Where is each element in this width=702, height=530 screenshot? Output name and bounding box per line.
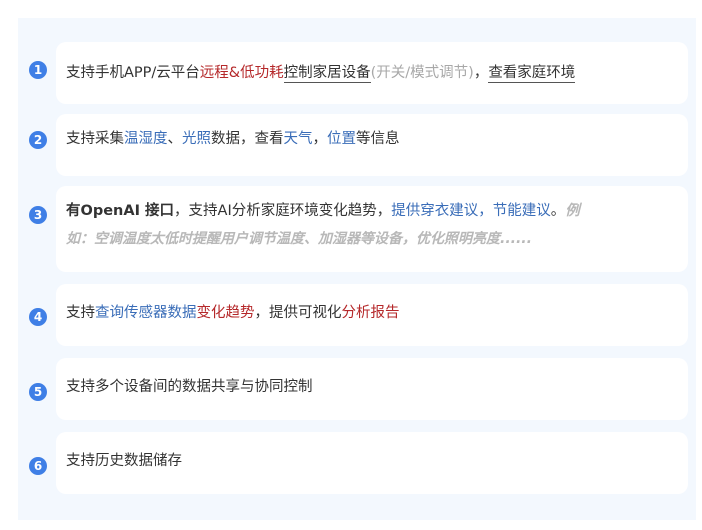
- feature-card-2: 支持采集温湿度、光照数据，查看天气，位置等信息: [56, 114, 688, 176]
- feature-card-6: 支持历史数据储存: [56, 432, 688, 494]
- number-badge-5: 5: [29, 383, 47, 401]
- segment: 温湿度: [124, 131, 168, 147]
- feature-card-1: 支持手机APP/云平台远程&低功耗控制家居设备(开关/模式调节)，查看家庭环境: [56, 42, 688, 104]
- segment: 有OpenAI 接口: [66, 203, 175, 219]
- feature-card-5: 支持多个设备间的数据共享与协同控制: [56, 358, 688, 420]
- segment: 提供穿衣建议: [391, 203, 479, 219]
- segment: 、: [167, 131, 183, 147]
- segment: 。: [550, 203, 566, 219]
- segment: 支持: [66, 305, 95, 321]
- segment: 支持多个设备间的数据共享与协同控制: [66, 379, 313, 395]
- feature-item-3: 3 有OpenAI 接口，支持AI分析家庭环境变化趋势，提供穿衣建议，节能建议。…: [18, 186, 696, 272]
- segment: ，: [312, 131, 328, 147]
- segment: 光照: [182, 131, 211, 147]
- segment: 支持历史数据储存: [66, 453, 182, 469]
- feature-text-4: 支持查询传感器数据变化趋势，提供可视化分析报告: [66, 302, 400, 324]
- segment: 位置: [327, 131, 356, 147]
- segment: 支持采集: [66, 131, 124, 147]
- segment: 天气: [283, 131, 313, 147]
- number-badge-6: 6: [29, 457, 47, 475]
- segment: 等信息: [356, 131, 400, 147]
- segment: 例: [565, 203, 580, 219]
- feature-text-3-line-1: 有OpenAI 接口，支持AI分析家庭环境变化趋势，提供穿衣建议，节能建议。例: [66, 200, 580, 222]
- segment: ，: [478, 203, 493, 219]
- number-badge-3: 3: [29, 206, 47, 224]
- segment: 如：空调温度太低时提醒用户调节温度、加湿器等设备，优化照明亮度......: [66, 231, 532, 247]
- number-badge-4: 4: [29, 308, 47, 326]
- feature-item-4: 4 支持查询传感器数据变化趋势，提供可视化分析报告: [18, 284, 696, 346]
- segment: 远程&低功耗: [199, 65, 284, 81]
- feature-card-4: 支持查询传感器数据变化趋势，提供可视化分析报告: [56, 284, 688, 346]
- feature-text-2: 支持采集温湿度、光照数据，查看天气，位置等信息: [66, 128, 400, 150]
- feature-item-1: 1 支持手机APP/云平台远程&低功耗控制家居设备(开关/模式调节)，查看家庭环…: [18, 42, 696, 104]
- feature-item-2: 2 支持采集温湿度、光照数据，查看天气，位置等信息: [18, 114, 696, 176]
- number-badge-1: 1: [29, 61, 47, 79]
- segment: 控制家居设备: [283, 65, 371, 83]
- segment: ，支持AI分析家庭环境变化趋势，: [174, 203, 392, 219]
- segment: 变化趋势: [196, 305, 255, 321]
- segment: ，提供可视化: [254, 305, 342, 321]
- segment: 分析报告: [341, 305, 400, 321]
- feature-item-5: 5 支持多个设备间的数据共享与协同控制: [18, 358, 696, 420]
- segment: 查看家庭环境: [488, 65, 576, 83]
- segment: 节能建议: [492, 203, 551, 219]
- feature-text-6: 支持历史数据储存: [66, 450, 182, 472]
- segment: 支持手机APP/云平台: [66, 65, 200, 81]
- feature-list-panel: 1 支持手机APP/云平台远程&低功耗控制家居设备(开关/模式调节)，查看家庭环…: [18, 18, 696, 520]
- segment: ，: [473, 65, 489, 81]
- segment: 数据，查看: [211, 131, 284, 147]
- feature-text-1: 支持手机APP/云平台远程&低功耗控制家居设备(开关/模式调节)，查看家庭环境: [66, 62, 576, 84]
- number-badge-2: 2: [29, 131, 47, 149]
- feature-item-6: 6 支持历史数据储存: [18, 432, 696, 494]
- feature-text-5: 支持多个设备间的数据共享与协同控制: [66, 376, 313, 398]
- feature-card-3: 有OpenAI 接口，支持AI分析家庭环境变化趋势，提供穿衣建议，节能建议。例 …: [56, 186, 688, 272]
- segment: (开关/模式调节): [370, 65, 474, 81]
- segment: 查询传感器数据: [95, 305, 197, 321]
- feature-text-3-line-2: 如：空调温度太低时提醒用户调节温度、加湿器等设备，优化照明亮度......: [66, 228, 532, 250]
